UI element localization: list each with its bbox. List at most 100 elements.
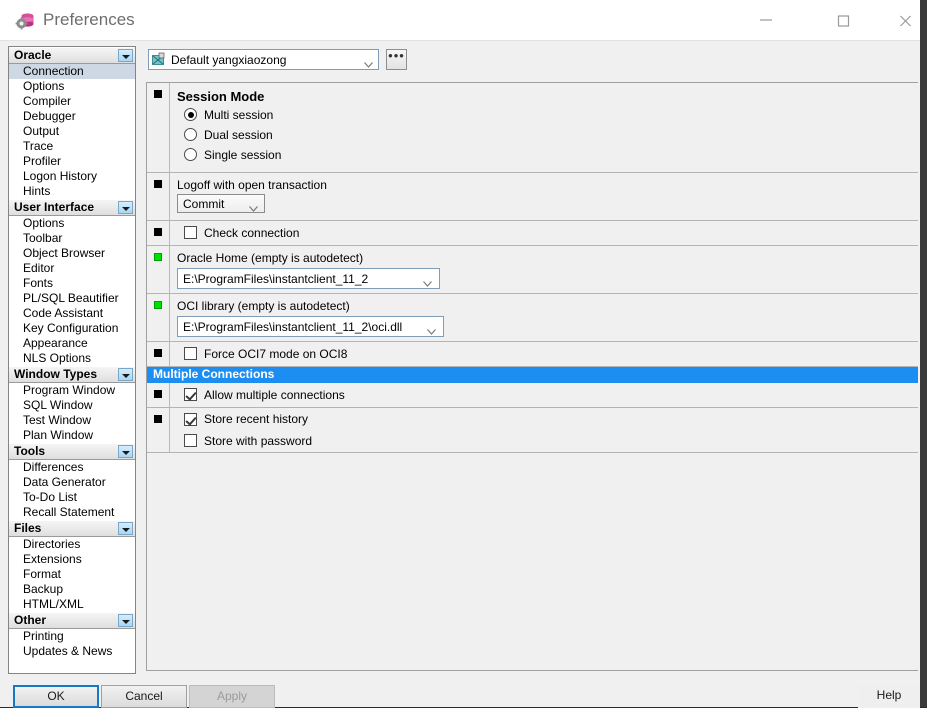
setting-force-oci7: Force OCI7 mode on OCI8 [147, 342, 918, 367]
row-divider [169, 221, 170, 245]
window-title: Preferences [43, 10, 135, 29]
sidebar-item-connection[interactable]: Connection [9, 64, 135, 79]
setting-oci-library: OCI library (empty is autodetect) E:\Pro… [147, 294, 918, 342]
sidebar-item-key-configuration[interactable]: Key Configuration [9, 321, 135, 336]
sidebar-item-directories[interactable]: Directories [9, 537, 135, 552]
chevron-down-icon[interactable] [249, 201, 258, 215]
apply-button[interactable]: Apply [189, 685, 275, 708]
row-marker-modified [154, 301, 162, 309]
maximize-button[interactable] [822, 0, 868, 40]
sidebar-item-to-do-list[interactable]: To-Do List [9, 490, 135, 505]
radio-dual-session[interactable]: Dual session [177, 125, 918, 144]
sidebar-item-options-oracle[interactable]: Options [9, 79, 135, 94]
sidebar-item-label: Code Assistant [23, 306, 104, 320]
checkbox-icon[interactable] [184, 226, 197, 239]
sidebar-group-header-oracle[interactable]: Oracle [9, 47, 135, 64]
sidebar-item-program-window[interactable]: Program Window [9, 383, 135, 398]
sidebar-item-profiler[interactable]: Profiler [9, 154, 135, 169]
sidebar-item-format[interactable]: Format [9, 567, 135, 582]
radio-multi-session[interactable]: Multi session [177, 105, 918, 124]
sidebar-item-toolbar[interactable]: Toolbar [9, 231, 135, 246]
chevron-down-icon[interactable] [118, 49, 133, 62]
sidebar-item-nls-options[interactable]: NLS Options [9, 351, 135, 366]
sidebar-item-label: Connection [23, 64, 84, 78]
oci-library-label: OCI library (empty is autodetect) [177, 299, 350, 313]
checkbox-label: Check connection [204, 225, 300, 240]
sidebar-item-label: Options [23, 79, 65, 93]
chevron-down-icon[interactable] [118, 614, 133, 627]
sidebar-item-debugger[interactable]: Debugger [9, 109, 135, 124]
sidebar-group-header-user-interface[interactable]: User Interface [9, 199, 135, 216]
ok-button[interactable]: OK [13, 685, 99, 708]
checkbox-check-connection[interactable]: Check connection [177, 221, 918, 244]
radio-icon[interactable] [184, 148, 197, 161]
oracle-home-value: E:\ProgramFiles\instantclient_11_2 [183, 272, 369, 286]
chevron-down-icon[interactable] [118, 522, 133, 535]
sidebar-item-recall-statement[interactable]: Recall Statement [9, 505, 135, 520]
sidebar-item-object-browser[interactable]: Object Browser [9, 246, 135, 261]
sidebar-item-html-xml[interactable]: HTML/XML [9, 597, 135, 612]
profile-select[interactable]: Default yangxiaozong [148, 49, 379, 70]
sidebar-item-backup[interactable]: Backup [9, 582, 135, 597]
checkbox-store-recent-history[interactable]: Store recent history [177, 408, 918, 430]
checkbox-allow-multiple-connections[interactable]: Allow multiple connections [177, 383, 918, 406]
sidebar-item-differences[interactable]: Differences [9, 460, 135, 475]
sidebar-item-plan-window[interactable]: Plan Window [9, 428, 135, 443]
help-button[interactable]: Help [858, 685, 920, 708]
sidebar-item-data-generator[interactable]: Data Generator [9, 475, 135, 490]
sidebar-group-header-tools[interactable]: Tools [9, 443, 135, 460]
section-banner-multiple-connections[interactable]: Multiple Connections [147, 367, 918, 383]
checkbox-force-oci7[interactable]: Force OCI7 mode on OCI8 [177, 342, 918, 365]
sidebar-item-compiler[interactable]: Compiler [9, 94, 135, 109]
radio-icon[interactable] [184, 128, 197, 141]
profile-value: Default yangxiaozong [171, 53, 287, 67]
sidebar-item-label: Printing [23, 629, 64, 643]
radio-single-session[interactable]: Single session [177, 145, 918, 164]
sidebar-item-trace[interactable]: Trace [9, 139, 135, 154]
category-sidebar[interactable]: Oracle Connection Options Compiler Debug… [8, 46, 136, 674]
sidebar-item-label: PL/SQL Beautifier [23, 291, 119, 305]
minimize-button[interactable] [744, 0, 790, 40]
sidebar-item-output[interactable]: Output [9, 124, 135, 139]
sidebar-item-code-assistant[interactable]: Code Assistant [9, 306, 135, 321]
sidebar-group-header-other[interactable]: Other [9, 612, 135, 629]
sidebar-item-fonts[interactable]: Fonts [9, 276, 135, 291]
checkbox-icon-checked[interactable] [184, 388, 197, 401]
sidebar-item-extensions[interactable]: Extensions [9, 552, 135, 567]
chevron-down-icon[interactable] [423, 276, 432, 290]
checkbox-store-with-password[interactable]: Store with password [177, 430, 918, 451]
chevron-down-icon[interactable] [118, 445, 133, 458]
sidebar-group-header-files[interactable]: Files [9, 520, 135, 537]
chevron-down-icon[interactable] [118, 368, 133, 381]
logoff-select[interactable]: Commit [177, 194, 265, 213]
chevron-down-icon[interactable] [364, 57, 373, 68]
chevron-down-icon[interactable] [118, 201, 133, 214]
sidebar-item-options-ui[interactable]: Options [9, 216, 135, 231]
sidebar-item-test-window[interactable]: Test Window [9, 413, 135, 428]
row-marker-modified [154, 253, 162, 261]
sidebar-group-header-window-types[interactable]: Window Types [9, 366, 135, 383]
sidebar-item-logon-history[interactable]: Logon History [9, 169, 135, 184]
checkbox-icon[interactable] [184, 347, 197, 360]
chevron-down-icon[interactable] [427, 324, 436, 338]
sidebar-item-editor[interactable]: Editor [9, 261, 135, 276]
oracle-home-input[interactable]: E:\ProgramFiles\instantclient_11_2 [177, 268, 440, 289]
checkbox-icon[interactable] [184, 434, 197, 447]
radio-icon-selected[interactable] [184, 108, 197, 121]
sidebar-item-printing[interactable]: Printing [9, 629, 135, 644]
cancel-button[interactable]: Cancel [101, 685, 187, 708]
sidebar-item-sql-window[interactable]: SQL Window [9, 398, 135, 413]
sidebar-item-label: SQL Window [23, 398, 93, 412]
sidebar-item-label: Editor [23, 261, 55, 275]
row-marker [154, 349, 162, 357]
sidebar-item-hints[interactable]: Hints [9, 184, 135, 199]
oci-library-input[interactable]: E:\ProgramFiles\instantclient_11_2\oci.d… [177, 316, 444, 337]
sidebar-item-appearance[interactable]: Appearance [9, 336, 135, 351]
setting-session-mode: Session Mode Multi session Dual session … [147, 83, 918, 173]
row-divider [169, 173, 170, 220]
settings-pane: Default yangxiaozong ••• Session Mode Mu… [143, 46, 918, 674]
profile-browse-button[interactable]: ••• [386, 49, 407, 70]
sidebar-item-updates-news[interactable]: Updates & News [9, 644, 135, 659]
sidebar-item-plsql-beautifier[interactable]: PL/SQL Beautifier [9, 291, 135, 306]
checkbox-icon-checked[interactable] [184, 412, 197, 426]
